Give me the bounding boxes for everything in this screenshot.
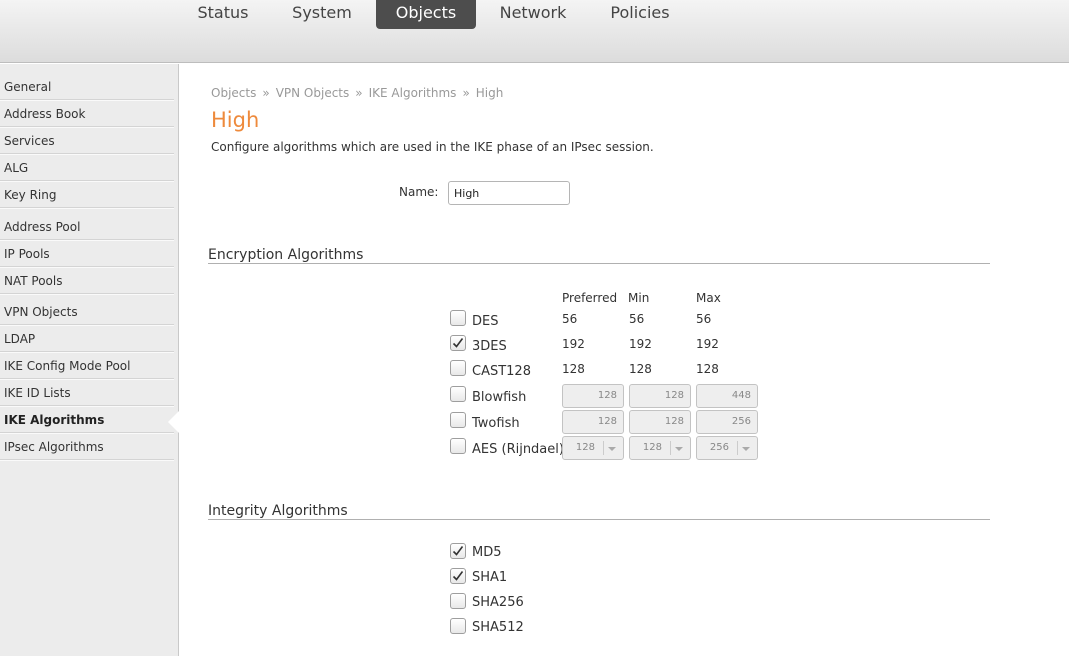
cast128-min-value: 128 (629, 362, 652, 376)
checkmark-icon (452, 571, 464, 581)
md5-label: MD5 (472, 545, 502, 560)
select-divider (670, 441, 671, 455)
sidebar-item-key-ring[interactable]: Key Ring (0, 182, 174, 208)
sidebar-item-ike-id-lists[interactable]: IKE ID Lists (0, 380, 174, 406)
top-nav-bar: Status System Objects Network Policies (0, 0, 1069, 63)
blowfish-preferred-input[interactable]: 128 (562, 384, 624, 408)
tab-objects[interactable]: Objects (376, 0, 476, 29)
des-min-value: 56 (629, 312, 645, 326)
sha1-label: SHA1 (472, 570, 508, 585)
sidebar-item-alg[interactable]: ALG (0, 155, 174, 181)
breadcrumb-separator: » (262, 86, 270, 100)
column-header-max: Max (696, 291, 721, 305)
cast128-label: CAST128 (472, 364, 531, 379)
page-title: High (211, 108, 260, 132)
sha512-checkbox[interactable] (450, 618, 466, 634)
aes-max-value: 256 (709, 442, 729, 453)
section-divider (208, 519, 990, 520)
aes-preferred-select[interactable]: 128 (562, 436, 624, 460)
breadcrumb-separator: » (462, 86, 470, 100)
breadcrumb-vpn-objects[interactable]: VPN Objects (276, 86, 350, 100)
sidebar-item-ipsec-algorithms[interactable]: IPsec Algorithms (0, 434, 174, 460)
name-label: Name: (399, 185, 439, 199)
chevron-down-icon (608, 447, 616, 451)
name-input[interactable] (448, 181, 570, 205)
sidebar: General Address Book Services ALG Key Ri… (0, 64, 179, 656)
sha1-checkbox[interactable] (450, 568, 466, 584)
aes-label: AES (Rijndael) (472, 442, 564, 457)
checkmark-icon (452, 546, 464, 556)
aes-min-select[interactable]: 128 (629, 436, 691, 460)
sidebar-item-ike-algorithms[interactable]: IKE Algorithms (0, 407, 174, 433)
cast128-checkbox[interactable] (450, 360, 466, 376)
tab-policies[interactable]: Policies (603, 0, 677, 29)
des-label: DES (472, 314, 499, 329)
sidebar-item-general[interactable]: General (0, 74, 174, 100)
sha256-checkbox[interactable] (450, 593, 466, 609)
tab-status[interactable]: Status (190, 0, 256, 29)
aes-preferred-value: 128 (575, 442, 595, 453)
sha256-label: SHA256 (472, 595, 524, 610)
twofish-max-input[interactable]: 256 (696, 410, 758, 434)
integrity-section-title: Integrity Algorithms (208, 503, 348, 519)
breadcrumb-separator: » (355, 86, 363, 100)
breadcrumb: Objects » VPN Objects » IKE Algorithms » High (211, 86, 503, 100)
chevron-down-icon (742, 447, 750, 451)
3des-label: 3DES (472, 339, 507, 354)
breadcrumb-ike-algorithms[interactable]: IKE Algorithms (369, 86, 457, 100)
twofish-preferred-input[interactable]: 128 (562, 410, 624, 434)
sidebar-item-ike-config-mode-pool[interactable]: IKE Config Mode Pool (0, 353, 174, 379)
select-divider (737, 441, 738, 455)
chevron-down-icon (675, 447, 683, 451)
sidebar-item-address-book[interactable]: Address Book (0, 101, 174, 127)
sidebar-item-ldap[interactable]: LDAP (0, 326, 174, 352)
sidebar-item-address-pool[interactable]: Address Pool (0, 214, 174, 240)
page-description: Configure algorithms which are used in t… (211, 140, 654, 154)
twofish-label: Twofish (472, 416, 520, 431)
sha512-label: SHA512 (472, 620, 524, 635)
tab-system[interactable]: System (285, 0, 359, 29)
section-divider (208, 263, 990, 264)
des-max-value: 56 (696, 312, 712, 326)
active-item-pointer (168, 411, 179, 433)
column-header-min: Min (628, 291, 650, 305)
aes-max-select[interactable]: 256 (696, 436, 758, 460)
checkmark-icon (452, 338, 464, 348)
select-divider (603, 441, 604, 455)
3des-checkbox[interactable] (450, 335, 466, 351)
cast128-preferred-value: 128 (562, 362, 585, 376)
blowfish-min-input[interactable]: 128 (629, 384, 691, 408)
cast128-max-value: 128 (696, 362, 719, 376)
3des-min-value: 192 (629, 337, 652, 351)
sidebar-item-nat-pools[interactable]: NAT Pools (0, 268, 174, 294)
aes-min-value: 128 (642, 442, 662, 453)
des-checkbox[interactable] (450, 310, 466, 326)
sidebar-item-services[interactable]: Services (0, 128, 174, 154)
tab-network[interactable]: Network (494, 0, 572, 29)
des-preferred-value: 56 (562, 312, 578, 326)
breadcrumb-current: High (475, 86, 504, 100)
blowfish-checkbox[interactable] (450, 386, 466, 402)
blowfish-max-input[interactable]: 448 (696, 384, 758, 408)
aes-checkbox[interactable] (450, 438, 466, 454)
twofish-checkbox[interactable] (450, 412, 466, 428)
breadcrumb-objects[interactable]: Objects (211, 86, 256, 100)
3des-preferred-value: 192 (562, 337, 585, 351)
3des-max-value: 192 (696, 337, 719, 351)
twofish-min-input[interactable]: 128 (629, 410, 691, 434)
blowfish-label: Blowfish (472, 390, 527, 405)
sidebar-item-ip-pools[interactable]: IP Pools (0, 241, 174, 267)
sidebar-item-vpn-objects[interactable]: VPN Objects (0, 299, 174, 325)
column-header-preferred: Preferred (562, 291, 618, 305)
md5-checkbox[interactable] (450, 543, 466, 559)
encryption-section-title: Encryption Algorithms (208, 247, 364, 263)
